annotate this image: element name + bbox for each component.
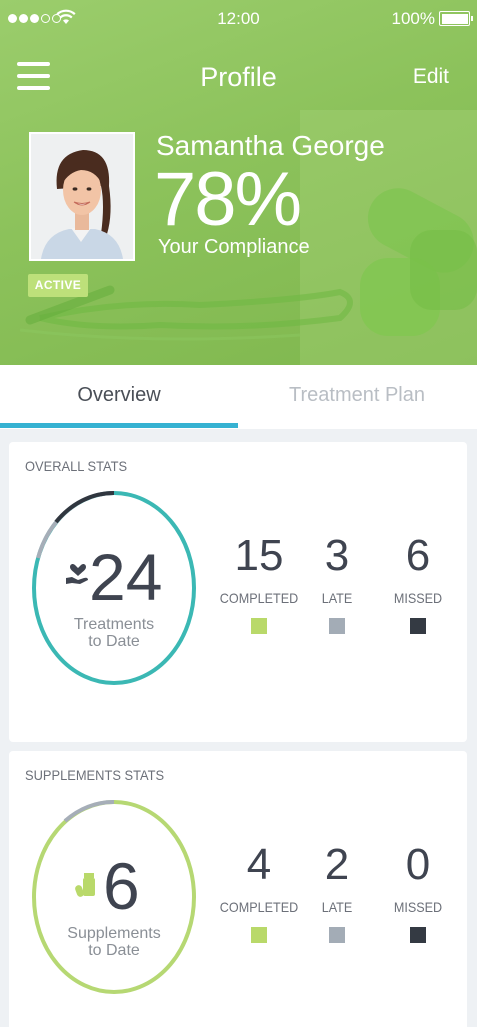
stat-value: 3: [324, 531, 350, 580]
battery-icon: [439, 11, 473, 26]
stat-label: LATE: [321, 590, 353, 606]
stat-completed: 4 COMPLETED: [214, 843, 304, 943]
stat-label: COMPLETED: [219, 899, 299, 915]
stat-value: 15: [234, 531, 284, 580]
stat-value: 6: [405, 531, 431, 580]
stat-missed: 0 MISSED: [373, 843, 463, 943]
profile-header: 12:00 100% Profile Edit Samantha George …: [0, 0, 477, 365]
treatments-total: 24: [89, 540, 163, 614]
overall-stats-card: OVERALL STATS 24 Treatments to Date 15 C…: [9, 442, 467, 742]
active-tab-indicator: [0, 423, 238, 428]
treatments-ring: 24 Treatments to Date: [29, 490, 199, 690]
stat-completed: 15 COMPLETED: [214, 534, 304, 634]
stat-value: 0: [405, 840, 431, 889]
missed-color-swatch: [410, 618, 426, 634]
stat-label: MISSED: [393, 590, 443, 606]
tab-treatment-plan[interactable]: Treatment Plan: [238, 365, 476, 429]
completed-color-swatch: [251, 927, 267, 943]
supplements-caption-line2: to Date: [88, 942, 140, 959]
stat-value: 2: [324, 840, 350, 889]
supplements-total: 6: [103, 849, 140, 923]
tab-bar: Overview Treatment Plan: [0, 365, 477, 429]
stat-label: COMPLETED: [219, 590, 299, 606]
supplements-stats-card: SUPPLEMENTS STATS 6 Supplements to Date …: [9, 751, 467, 1027]
status-bar: 12:00 100%: [0, 0, 477, 38]
late-color-swatch: [329, 618, 345, 634]
stat-value: 4: [246, 840, 272, 889]
treatments-caption-line1: Treatments: [73, 616, 155, 633]
pill-bottle-icon: [75, 873, 95, 897]
stat-late: 3 LATE: [292, 534, 382, 634]
heart-in-hand-icon: [66, 563, 88, 584]
compliance-label: Your Compliance: [158, 236, 310, 258]
stat-late: 2 LATE: [292, 843, 382, 943]
tab-overview[interactable]: Overview: [0, 365, 238, 429]
stat-missed: 6 MISSED: [373, 534, 463, 634]
late-color-swatch: [329, 927, 345, 943]
compliance-percentage: 78%: [154, 157, 302, 242]
missed-color-swatch: [410, 927, 426, 943]
avatar: [29, 132, 135, 261]
card-title: OVERALL STATS: [25, 458, 128, 474]
supplements-ring: 6 Supplements to Date: [29, 799, 199, 999]
supplements-caption-line1: Supplements: [67, 925, 161, 942]
profile-photo: [31, 134, 133, 259]
treatments-caption-line2: to Date: [88, 633, 140, 650]
edit-button[interactable]: Edit: [413, 65, 449, 89]
status-badge: ACTIVE: [28, 274, 88, 297]
stat-label: LATE: [321, 899, 353, 915]
stat-label: MISSED: [393, 899, 443, 915]
page-title: Profile: [200, 62, 277, 92]
card-title: SUPPLEMENTS STATS: [25, 767, 165, 783]
completed-color-swatch: [251, 618, 267, 634]
battery-percentage: 100%: [391, 9, 435, 28]
